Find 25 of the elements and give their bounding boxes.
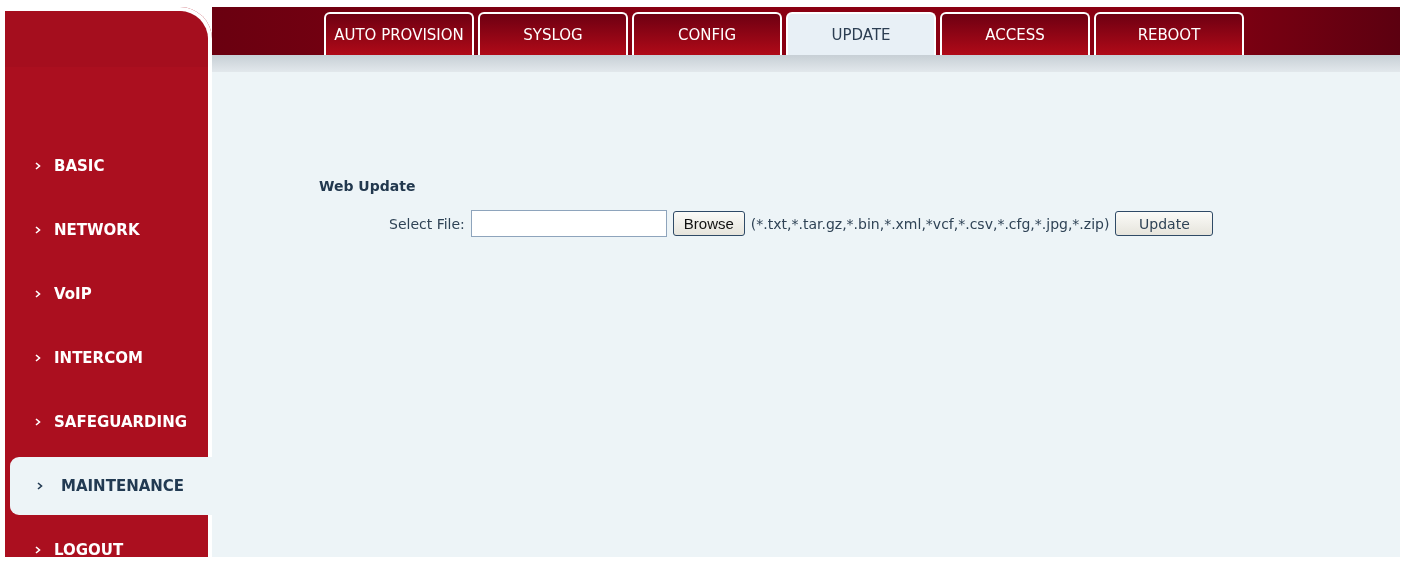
- sidebar-item[interactable]: BASIC: [5, 134, 212, 198]
- tab[interactable]: CONFIG: [632, 12, 782, 55]
- tab[interactable]: REBOOT: [1094, 12, 1244, 55]
- tab[interactable]: SYSLOG: [478, 12, 628, 55]
- sidebar-item[interactable]: VoIP: [5, 262, 212, 326]
- tab[interactable]: ACCESS: [940, 12, 1090, 55]
- chevron-icon: [35, 226, 41, 234]
- chevron-icon: [35, 162, 41, 170]
- sidebar-item[interactable]: NETWORK: [5, 198, 212, 262]
- field-label: Select File:: [389, 215, 465, 232]
- chevron-icon: [35, 354, 41, 362]
- chevron-icon: [37, 482, 43, 490]
- update-button[interactable]: Update: [1115, 211, 1214, 236]
- chevron-icon: [35, 418, 41, 426]
- sidebar-item[interactable]: LOGOUT: [5, 518, 212, 564]
- chevron-icon: [35, 290, 41, 298]
- sidebar-item[interactable]: SAFEGUARDING: [5, 390, 212, 454]
- file-input-field[interactable]: [470, 210, 667, 237]
- file-types-hint: (*.txt,*.tar.gz,*.bin,*.xml,*vcf,*.csv,*.cfg,*.jpg,*.zip): [750, 215, 1110, 232]
- tab[interactable]: AUTO PROVISION: [324, 12, 474, 55]
- section-title: Web Update: [319, 178, 417, 194]
- chevron-icon: [35, 546, 41, 554]
- browse-button[interactable]: Browse: [672, 211, 745, 236]
- tab[interactable]: UPDATE: [786, 12, 936, 55]
- sidebar-item[interactable]: INTERCOM: [5, 326, 212, 390]
